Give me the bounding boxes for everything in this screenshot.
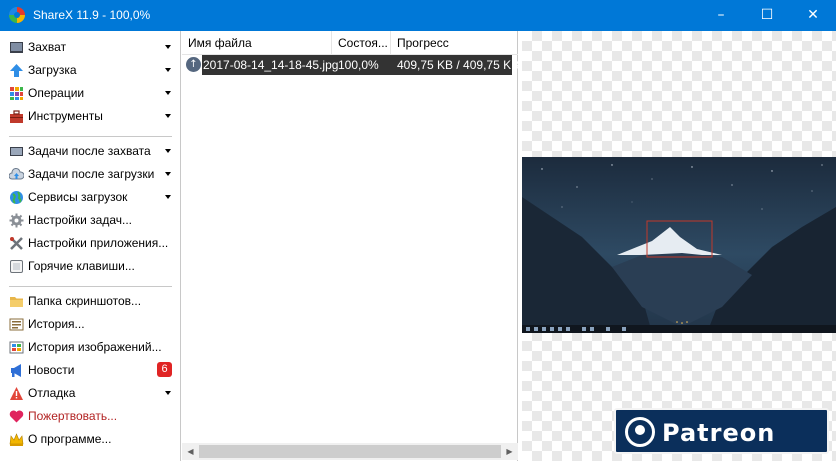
title-bar: ShareX 11.9 - 100,0% – ☐ ✕ (0, 0, 836, 31)
mountain-wallpaper-image (522, 157, 836, 333)
menu-item-operations[interactable]: Операции (0, 82, 180, 105)
minimize-button[interactable]: – (698, 0, 744, 31)
menu-item-news[interactable]: Новости 6 (0, 359, 180, 382)
menu-item-label: Задачи после загрузки (28, 167, 155, 181)
folder-icon (10, 297, 23, 307)
menu-item-debug[interactable]: Отладка (0, 382, 180, 405)
sharex-logo-icon (9, 7, 25, 23)
menu-item-label: Папка скриншотов... (28, 294, 142, 308)
scroll-right-icon[interactable]: ▶ (501, 443, 518, 460)
menu-item-after-upload-tasks[interactable]: Задачи после загрузки (0, 163, 180, 186)
submenu-arrow-icon (165, 114, 171, 118)
crown-icon (9, 433, 24, 446)
list-header: Имя файла Состоя... Прогресс (182, 31, 518, 55)
menu-item-about[interactable]: О программе... (0, 428, 180, 451)
image-history-icon (9, 341, 24, 354)
keyboard-icon (10, 260, 23, 273)
menu-item-label: Операции (28, 86, 85, 100)
menu-item-label: Настройки задач... (28, 213, 133, 227)
menu-item-after-capture-tasks[interactable]: Задачи после захвата (0, 140, 180, 163)
menu-item-label: Горячие клавиши... (28, 259, 135, 273)
menu-item-tools[interactable]: Инструменты (0, 105, 180, 128)
patreon-banner[interactable]: Patreon (614, 408, 829, 454)
menu-item-upload[interactable]: Загрузка (0, 59, 180, 82)
history-icon (9, 318, 24, 331)
menu-item-label: Захват (28, 40, 67, 54)
heart-icon (9, 410, 24, 423)
image-preview-panel (522, 31, 836, 461)
menu-separator (9, 136, 172, 137)
upload-arrow-icon (10, 64, 23, 77)
warning-icon (10, 387, 23, 400)
news-count-badge: 6 (157, 362, 172, 377)
menu-item-label: Задачи после захвата (28, 144, 151, 158)
upload-status-icon: ↑ (186, 57, 201, 72)
scroll-left-icon[interactable]: ◀ (182, 443, 199, 460)
menu-item-label: Загрузка (28, 63, 77, 77)
cell-progress: 409,75 KB / 409,75 KB (397, 58, 520, 72)
submenu-arrow-icon (165, 91, 171, 95)
submenu-arrow-icon (165, 68, 171, 72)
gear-icon (9, 213, 24, 228)
toolbox-icon (10, 110, 23, 123)
close-button[interactable]: ✕ (790, 0, 836, 31)
after-capture-icon (10, 147, 23, 156)
globe-icon (10, 191, 23, 204)
menu-item-image-history[interactable]: История изображений... (0, 336, 180, 359)
maximize-button[interactable]: ☐ (744, 0, 790, 31)
column-header-status[interactable]: Состоя... (332, 31, 391, 55)
cell-filename: 2017-08-14_14-18-45.jpg (203, 58, 339, 72)
menu-item-hotkeys[interactable]: Горячие клавиши... (0, 255, 180, 278)
horizontal-scrollbar[interactable]: ◀ ▶ (182, 443, 518, 460)
menu-item-label: Новости (28, 363, 75, 377)
menu-item-screenshots-folder[interactable]: Папка скриншотов... (0, 290, 180, 313)
patreon-logo-icon (625, 417, 655, 447)
menu-item-label: История... (28, 317, 85, 331)
submenu-arrow-icon (165, 391, 171, 395)
window-title: ShareX 11.9 - 100,0% (33, 8, 151, 22)
submenu-arrow-icon (165, 45, 171, 49)
column-header-filename[interactable]: Имя файла (182, 31, 332, 55)
menu-item-label: История изображений... (28, 340, 162, 354)
grid-tools-icon (10, 87, 23, 100)
wrench-icon (10, 237, 23, 250)
scrollbar-thumb[interactable] (199, 445, 501, 458)
capture-icon (10, 42, 23, 53)
menu-item-capture[interactable]: Захват (0, 36, 180, 59)
cloud-upload-icon (9, 168, 24, 180)
submenu-arrow-icon (165, 149, 171, 153)
megaphone-icon (11, 364, 21, 377)
menu-item-label: Настройки приложения... (28, 236, 169, 250)
cell-status: 100,0% (338, 58, 379, 72)
patreon-banner-text: Patreon (662, 419, 776, 447)
menu-item-history[interactable]: История... (0, 313, 180, 336)
screenshot-thumbnail[interactable] (522, 157, 836, 333)
menu-separator (9, 286, 172, 287)
submenu-arrow-icon (165, 195, 171, 199)
menu-item-upload-services[interactable]: Сервисы загрузок (0, 186, 180, 209)
list-item[interactable]: ↑ 2017-08-14_14-18-45.jpg 100,0% 409,75 … (182, 55, 520, 75)
sidebar-menu: Захват Загрузка Операции Инструменты Зад… (0, 31, 181, 461)
menu-item-task-settings[interactable]: Настройки задач... (0, 209, 180, 232)
submenu-arrow-icon (165, 172, 171, 176)
task-list[interactable]: Имя файла Состоя... Прогресс ↑ 2017-08-1… (182, 31, 520, 461)
menu-item-label: Инструменты (28, 109, 103, 123)
menu-item-label: О программе... (28, 432, 112, 446)
menu-item-label: Пожертвовать... (28, 409, 118, 423)
menu-item-label: Отладка (28, 386, 76, 400)
menu-item-label: Сервисы загрузок (28, 190, 128, 204)
menu-item-application-settings[interactable]: Настройки приложения... (0, 232, 180, 255)
menu-item-donate[interactable]: Пожертвовать... (0, 405, 180, 428)
column-header-progress[interactable]: Прогресс (391, 31, 518, 55)
